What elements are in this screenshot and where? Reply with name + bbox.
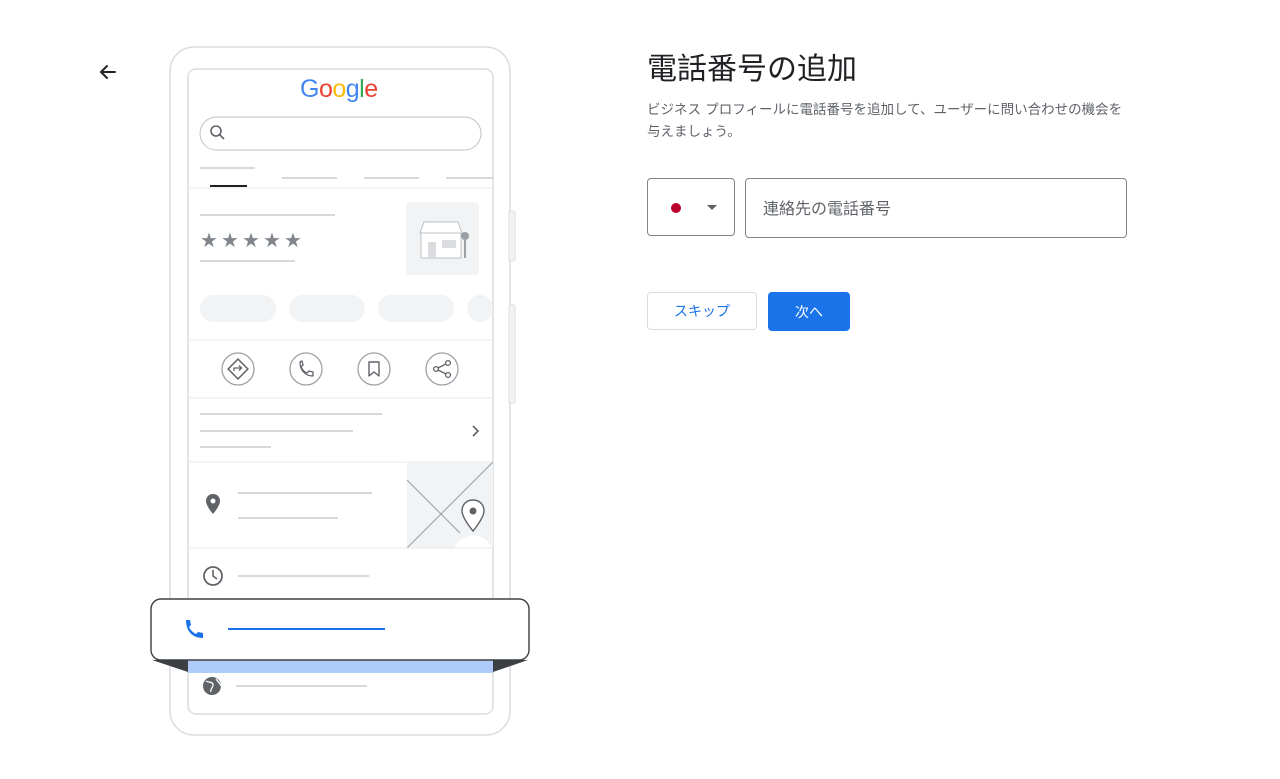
page-title: 電話番号の追加	[647, 52, 857, 87]
star-icon: ★	[284, 228, 302, 252]
share-icon	[425, 352, 459, 386]
phone-number-input[interactable]	[745, 178, 1127, 238]
page-description: ビジネス プロフィールに電話番号を追加して、ユーザーに問い合わせの機会を与えまし…	[647, 102, 1123, 140]
star-icon: ★	[263, 228, 281, 252]
google-logo-letter: o	[318, 75, 333, 103]
google-logo-letter: g	[345, 75, 360, 103]
directions-icon	[221, 352, 255, 386]
star-rating: ★ ★ ★ ★ ★	[200, 228, 302, 252]
google-logo-letter: e	[364, 75, 378, 103]
mock-search-bar	[199, 116, 482, 151]
map-thumbnail	[406, 461, 494, 549]
star-icon: ★	[200, 228, 218, 252]
globe-icon	[203, 677, 222, 695]
call-icon	[289, 352, 323, 386]
google-logo-letter: G	[300, 75, 319, 103]
bookmark-icon	[357, 352, 391, 386]
google-logo-letter: o	[332, 75, 346, 103]
star-icon: ★	[242, 228, 260, 252]
google-logo: Google	[300, 75, 378, 104]
dropdown-arrow-icon	[707, 205, 717, 210]
star-icon: ★	[221, 228, 239, 252]
country-code-dropdown[interactable]	[647, 178, 735, 236]
next-button[interactable]: 次へ	[768, 292, 850, 331]
skip-button[interactable]: スキップ	[647, 292, 757, 330]
business-profile-illustration: ★ ★ ★ ★ ★	[150, 46, 530, 736]
japan-flag-icon	[671, 203, 681, 213]
storefront-icon	[406, 202, 479, 275]
